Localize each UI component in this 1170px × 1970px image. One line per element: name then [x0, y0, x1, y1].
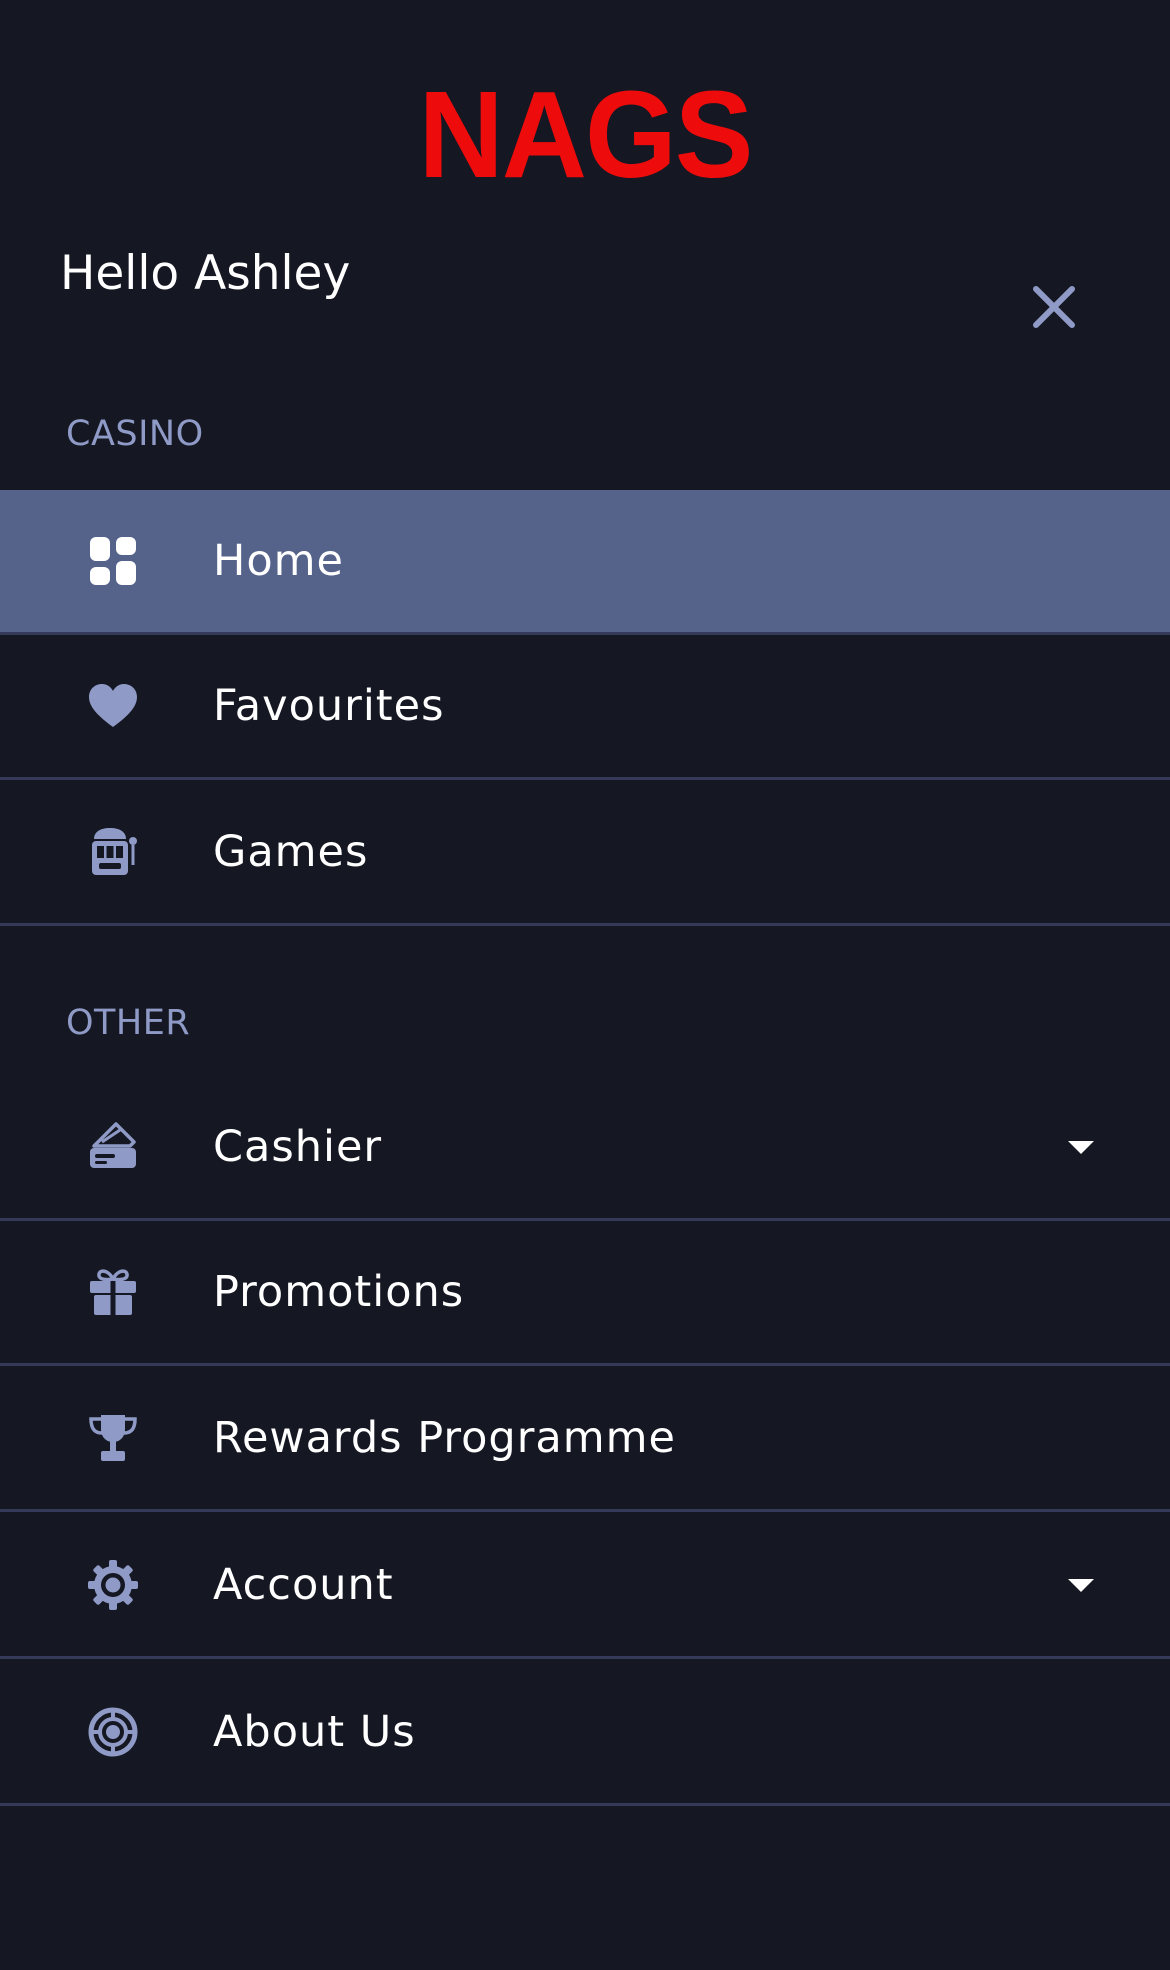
nav-item-account[interactable]: Account [0, 1514, 1170, 1659]
gear-icon [86, 1558, 140, 1612]
nav-item-games-label: Games [213, 827, 369, 877]
gift-icon [86, 1265, 140, 1319]
nav-item-home[interactable]: Home [0, 490, 1170, 635]
section-title-casino: CASINO [66, 414, 204, 454]
close-icon [1033, 286, 1075, 328]
trophy-icon [86, 1411, 140, 1465]
nav-item-about-us-label: About Us [213, 1707, 416, 1757]
nav-item-favourites-label: Favourites [213, 681, 445, 731]
side-menu: NAGS Hello Ashley CASINO Home Favourites [0, 0, 1170, 1970]
nav-item-games[interactable]: Games [0, 781, 1170, 926]
wallet-card-icon [86, 1120, 140, 1174]
brand-logo[interactable]: NAGS [0, 73, 1170, 197]
section-title-other: OTHER [66, 1003, 191, 1043]
nav-item-about-us[interactable]: About Us [0, 1661, 1170, 1806]
close-button[interactable] [1027, 280, 1081, 334]
nav-item-promotions[interactable]: Promotions [0, 1221, 1170, 1366]
nav-item-account-label: Account [213, 1560, 394, 1610]
nav-item-favourites[interactable]: Favourites [0, 635, 1170, 780]
heart-icon [86, 679, 140, 733]
slot-machine-icon [86, 825, 140, 879]
chevron-down-icon[interactable] [1066, 1137, 1096, 1157]
nav-item-cashier-label: Cashier [213, 1122, 383, 1172]
poker-chip-icon [86, 1705, 140, 1759]
nav-item-promotions-label: Promotions [213, 1267, 465, 1317]
nav-item-cashier[interactable]: Cashier [0, 1076, 1170, 1221]
nav-item-rewards-programme-label: Rewards Programme [213, 1413, 676, 1463]
nav-item-rewards-programme[interactable]: Rewards Programme [0, 1367, 1170, 1512]
nav-item-home-label: Home [213, 536, 344, 586]
greeting-text: Hello Ashley [60, 246, 351, 301]
dashboard-icon [86, 534, 140, 588]
chevron-down-icon[interactable] [1066, 1575, 1096, 1595]
